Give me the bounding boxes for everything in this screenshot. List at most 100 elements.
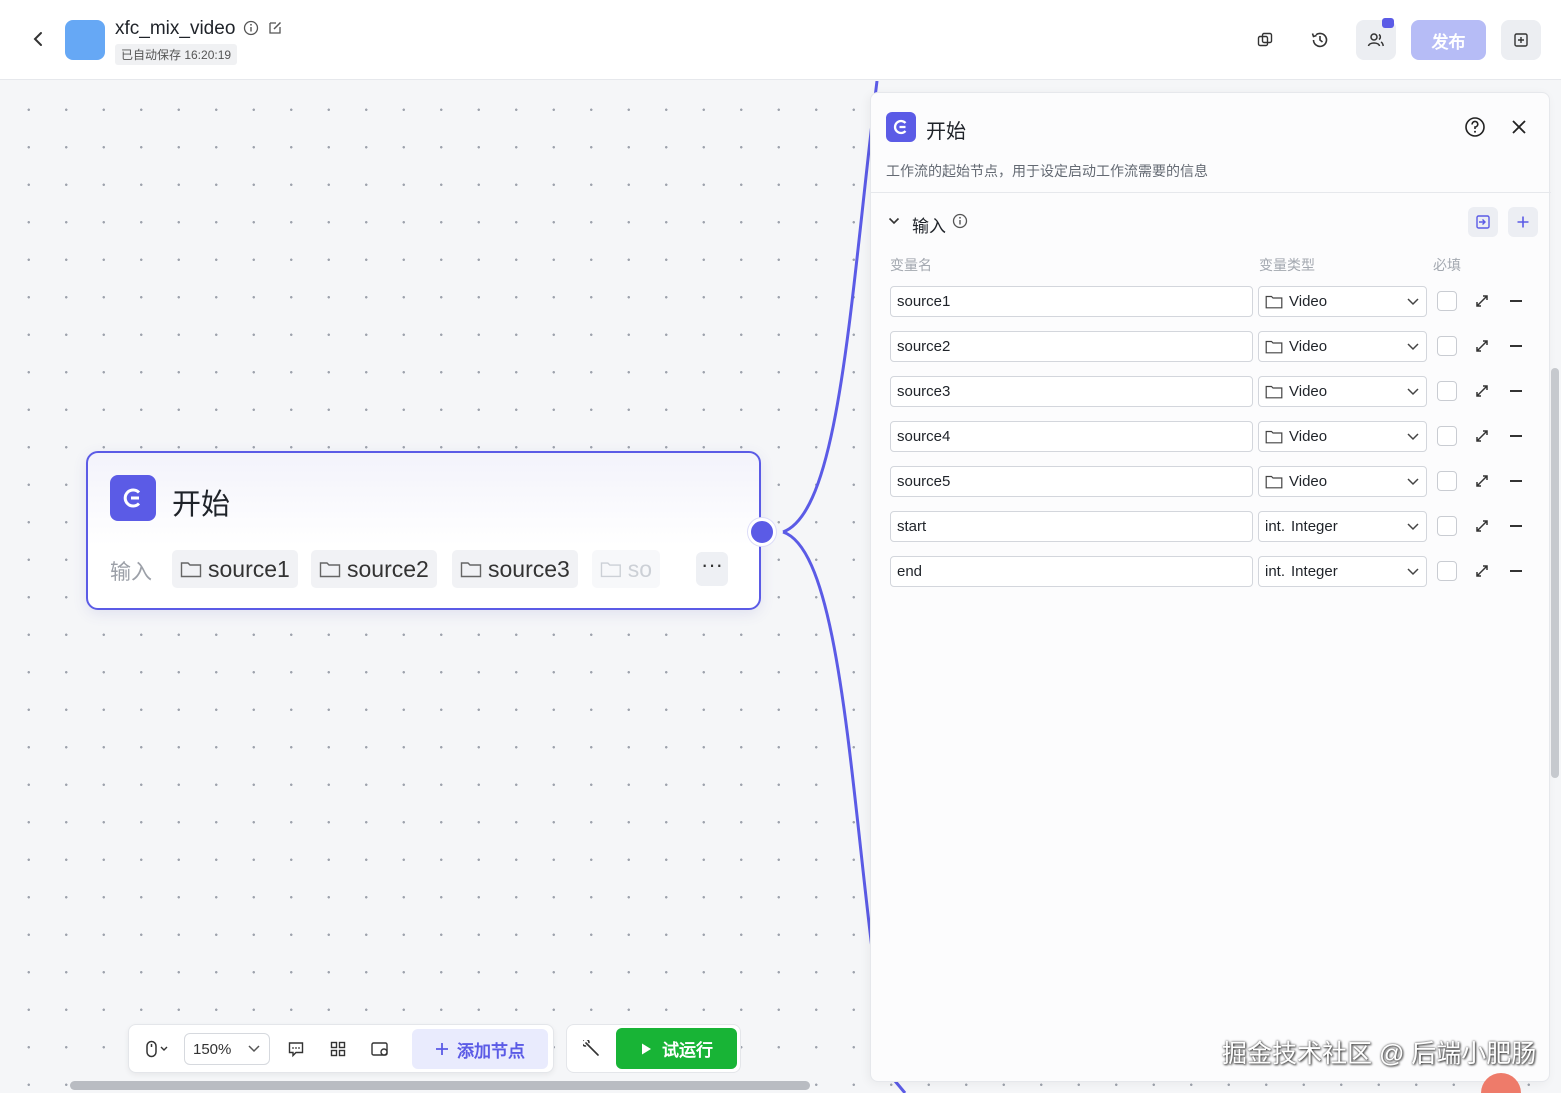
- copy-button[interactable]: [1245, 20, 1285, 60]
- variable-type-select[interactable]: Video: [1258, 376, 1427, 407]
- import-variables-button[interactable]: [1468, 207, 1498, 237]
- expand-variable-button[interactable]: [1474, 338, 1490, 354]
- variable-name-value: source5: [897, 473, 951, 490]
- variable-type-select[interactable]: Video: [1258, 466, 1427, 497]
- variable-type-select[interactable]: Video: [1258, 421, 1427, 452]
- plus-icon: [1517, 216, 1529, 228]
- run-toolbar: 试运行: [566, 1024, 741, 1073]
- history-button[interactable]: [1300, 20, 1340, 60]
- node-output-port[interactable]: [748, 518, 776, 546]
- remove-variable-button[interactable]: [1510, 525, 1522, 527]
- chevron-down-icon: [1407, 567, 1419, 575]
- expand-variable-button[interactable]: [1474, 473, 1490, 489]
- edit-icon[interactable]: [267, 20, 283, 36]
- expand-variable-button[interactable]: [1474, 293, 1490, 309]
- copy-icon: [1257, 32, 1273, 47]
- required-checkbox[interactable]: [1437, 336, 1457, 356]
- app-name: xfc_mix_video: [115, 18, 236, 39]
- variable-name-input[interactable]: source3: [890, 376, 1253, 407]
- remove-variable-button[interactable]: [1510, 480, 1522, 482]
- expand-variable-button[interactable]: [1474, 563, 1490, 579]
- info-icon[interactable]: [952, 213, 968, 229]
- layout-button[interactable]: [323, 1034, 353, 1064]
- plus-icon: [436, 1043, 448, 1055]
- variable-type-select[interactable]: int. Integer: [1258, 511, 1427, 542]
- play-icon: [642, 1043, 651, 1054]
- variable-type-select[interactable]: Video: [1258, 286, 1427, 317]
- chevron-down-icon: [1407, 477, 1419, 485]
- variable-name-value: source4: [897, 428, 951, 445]
- variable-name-value: start: [897, 518, 927, 535]
- zoom-value: 150%: [193, 1040, 232, 1058]
- remove-variable-button[interactable]: [1510, 390, 1522, 392]
- comment-button[interactable]: [281, 1034, 311, 1064]
- test-run-button[interactable]: 试运行: [616, 1028, 737, 1069]
- horizontal-scrollbar[interactable]: [70, 1081, 810, 1090]
- required-checkbox[interactable]: [1437, 471, 1457, 491]
- variable-name-input[interactable]: source2: [890, 331, 1253, 362]
- input-chip: source3: [452, 550, 578, 588]
- variable-name-input[interactable]: source4: [890, 421, 1253, 452]
- expand-icon: [1476, 430, 1488, 442]
- debug-tools-button[interactable]: [577, 1034, 607, 1064]
- expand-variable-button[interactable]: [1474, 383, 1490, 399]
- pointer-mode-button[interactable]: [139, 1034, 175, 1064]
- expand-icon: [1476, 475, 1488, 487]
- more-inputs-button[interactable]: ···: [696, 552, 728, 586]
- remove-variable-button[interactable]: [1510, 435, 1522, 437]
- export-button[interactable]: [1501, 20, 1541, 60]
- variable-name-input[interactable]: end: [890, 556, 1253, 587]
- required-checkbox[interactable]: [1437, 426, 1457, 446]
- remove-variable-button[interactable]: [1510, 345, 1522, 347]
- variable-name-input[interactable]: source5: [890, 466, 1253, 497]
- mouse-icon: [146, 1040, 168, 1058]
- folder-icon: [460, 562, 482, 578]
- title-icons: [243, 20, 283, 36]
- remove-variable-button[interactable]: [1510, 300, 1522, 302]
- publish-button[interactable]: 发布: [1411, 20, 1486, 60]
- variable-row: source3 Video: [871, 376, 1551, 408]
- variable-type-value: Integer: [1291, 563, 1338, 580]
- variable-row: source4 Video: [871, 421, 1551, 453]
- folder-icon: [1265, 385, 1283, 399]
- zoom-select[interactable]: 150%: [184, 1033, 270, 1065]
- minimap-button[interactable]: [365, 1034, 395, 1064]
- add-variable-button[interactable]: [1508, 207, 1538, 237]
- node-title: 开始: [172, 489, 231, 521]
- collapse-chevron-icon[interactable]: [887, 214, 901, 228]
- back-button[interactable]: [28, 28, 50, 50]
- start-node[interactable]: 开始 输入 source1 source2 source3 so ···: [86, 451, 761, 610]
- watermark: 掘金技术社区 @ 后端小肥肠: [1222, 1040, 1537, 1068]
- required-checkbox[interactable]: [1437, 561, 1457, 581]
- expand-variable-button[interactable]: [1474, 428, 1490, 444]
- chip-label: source1: [208, 555, 290, 582]
- collaborators-button[interactable]: [1356, 18, 1396, 60]
- folder-icon: [319, 562, 341, 578]
- expand-variable-button[interactable]: [1474, 518, 1490, 534]
- type-prefix: int.: [1265, 518, 1286, 535]
- remove-variable-button[interactable]: [1510, 570, 1522, 572]
- variable-type-select[interactable]: Video: [1258, 331, 1427, 362]
- required-checkbox[interactable]: [1437, 291, 1457, 311]
- column-header-required: 必填: [1433, 257, 1461, 273]
- required-checkbox[interactable]: [1437, 381, 1457, 401]
- variable-name-input[interactable]: source1: [890, 286, 1253, 317]
- variable-row: start int. Integer: [871, 511, 1551, 543]
- close-icon[interactable]: [1508, 116, 1530, 138]
- variable-name-input[interactable]: start: [890, 511, 1253, 542]
- variable-type-value: Integer: [1291, 518, 1338, 535]
- chip-label: so: [627, 555, 652, 582]
- required-checkbox[interactable]: [1437, 516, 1457, 536]
- vertical-scrollbar[interactable]: [1551, 368, 1559, 778]
- variable-type-select[interactable]: int. Integer: [1258, 556, 1427, 587]
- help-icon[interactable]: [1464, 116, 1486, 138]
- add-node-button[interactable]: 添加节点: [412, 1029, 548, 1069]
- canvas-toolbar: 150% 添加节点: [128, 1024, 554, 1073]
- variable-type-value: Video: [1289, 473, 1328, 490]
- expand-icon: [1476, 295, 1488, 307]
- history-icon: [1311, 32, 1328, 48]
- folder-icon: [180, 562, 202, 578]
- autosave-status: 已自动保存 16:20:19: [115, 44, 238, 65]
- chevron-down-icon: [1407, 387, 1419, 395]
- info-icon[interactable]: [243, 20, 259, 36]
